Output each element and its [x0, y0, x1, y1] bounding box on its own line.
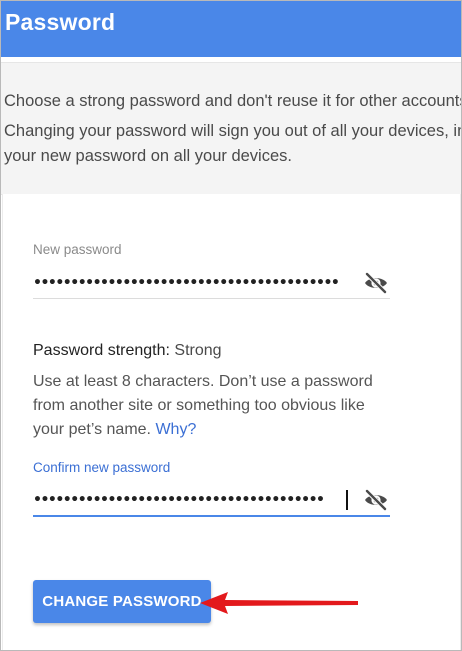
confirm-password-field[interactable]: •••••••••••••••••••••••••••••••••••••••: [33, 485, 390, 517]
new-password-label: New password: [33, 242, 122, 257]
why-link[interactable]: Why?: [155, 421, 196, 438]
red-arrow-icon: [200, 592, 358, 614]
info-text-line1: Choose a strong password and don't reuse…: [4, 92, 462, 110]
password-strength-label: Password strength:: [33, 342, 175, 359]
password-hint-line2: from another site or something too obvio…: [33, 397, 365, 414]
new-password-field[interactable]: ••••••••••••••••••••••••••••••••••••••••…: [33, 268, 390, 299]
info-panel: Choose a strong password and don't reuse…: [0, 62, 462, 195]
password-strength: Password strength: Strong: [33, 342, 222, 360]
info-text-line2: Changing your password will sign you out…: [4, 122, 462, 140]
confirm-password-label: Confirm new password: [33, 460, 171, 475]
password-hint-line3-text: your pet’s name.: [33, 421, 156, 438]
password-hint-line1: Use at least 8 characters. Don’t use a p…: [33, 373, 373, 390]
page-title: Password: [5, 9, 116, 35]
eye-off-icon[interactable]: [362, 269, 390, 297]
new-password-value: ••••••••••••••••••••••••••••••••••••••••…: [33, 275, 340, 291]
password-hint-line3: your pet’s name. Why?: [33, 418, 196, 442]
eye-off-icon[interactable]: [362, 486, 390, 514]
confirm-password-value: •••••••••••••••••••••••••••••••••••••••: [33, 492, 325, 508]
password-strength-value: Strong: [174, 342, 222, 359]
text-cursor: [346, 490, 348, 510]
info-text-line3: your new password on all your devices.: [4, 147, 292, 165]
page-header: Password: [0, 0, 462, 57]
change-password-button[interactable]: CHANGE PASSWORD: [33, 580, 211, 623]
